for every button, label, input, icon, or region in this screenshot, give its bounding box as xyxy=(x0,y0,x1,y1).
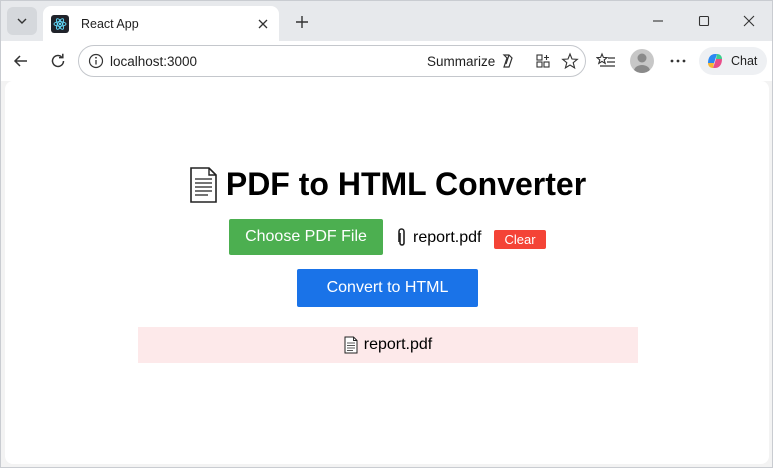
app-install-icon[interactable] xyxy=(533,51,553,71)
back-button[interactable] xyxy=(7,47,35,75)
copilot-chat-button[interactable]: Chat xyxy=(699,47,767,75)
copilot-summarize-icon[interactable] xyxy=(498,51,518,71)
document-icon xyxy=(190,166,217,203)
plus-icon xyxy=(296,16,308,28)
selected-file: report.pdf xyxy=(397,228,481,248)
react-icon xyxy=(51,14,69,33)
address-bar[interactable]: localhost:3000 Summarize xyxy=(78,45,586,77)
info-icon[interactable] xyxy=(87,52,105,70)
maximize-icon xyxy=(698,15,710,27)
summarize-button[interactable]: Summarize xyxy=(427,54,495,69)
favorite-star-icon[interactable] xyxy=(560,51,580,71)
status-message: report.pdf xyxy=(138,327,638,363)
person-icon xyxy=(634,53,650,73)
more-menu-button[interactable] xyxy=(664,47,692,75)
browser-window: React App localhost:3000 Summarize Chat … xyxy=(0,0,773,468)
profile-avatar[interactable] xyxy=(630,49,654,73)
tab-strip: React App xyxy=(1,1,772,41)
page-viewport: PDF to HTML Converter Choose PDF File re… xyxy=(5,81,769,464)
new-tab-button[interactable] xyxy=(289,9,315,35)
status-file-name: report.pdf xyxy=(363,336,433,353)
minimize-button[interactable] xyxy=(643,9,673,33)
convert-to-html-button[interactable]: Convert to HTML xyxy=(297,269,478,307)
paperclip-icon xyxy=(398,228,405,246)
tab-title: React App xyxy=(81,16,139,31)
page-title-text: PDF to HTML Converter xyxy=(225,166,587,202)
favorites-list-icon xyxy=(596,52,615,67)
chevron-down-icon xyxy=(17,18,27,24)
maximize-button[interactable] xyxy=(689,9,719,33)
chat-label: Chat xyxy=(731,54,758,68)
close-tab-button[interactable] xyxy=(253,14,273,34)
page-title: PDF to HTML Converter xyxy=(5,166,769,203)
selected-file-name: report.pdf xyxy=(413,229,482,246)
url-text[interactable]: localhost:3000 xyxy=(110,54,197,69)
browser-toolbar: localhost:3000 Summarize Chat xyxy=(1,41,772,81)
close-window-button[interactable] xyxy=(734,9,764,33)
refresh-button[interactable] xyxy=(44,47,72,75)
arrow-left-icon xyxy=(13,55,27,67)
tab-actions-button[interactable] xyxy=(7,7,37,35)
clear-button[interactable]: Clear xyxy=(494,230,546,249)
minimize-icon xyxy=(653,20,663,22)
tab-react-app[interactable]: React App xyxy=(43,6,279,41)
more-horizontal-icon xyxy=(670,59,686,63)
copilot-icon xyxy=(708,54,722,68)
document-icon xyxy=(344,336,358,354)
refresh-icon xyxy=(51,53,65,68)
favorites-button[interactable] xyxy=(592,47,620,75)
close-icon xyxy=(258,19,268,28)
close-icon xyxy=(743,15,755,27)
choose-pdf-button[interactable]: Choose PDF File xyxy=(229,219,383,255)
